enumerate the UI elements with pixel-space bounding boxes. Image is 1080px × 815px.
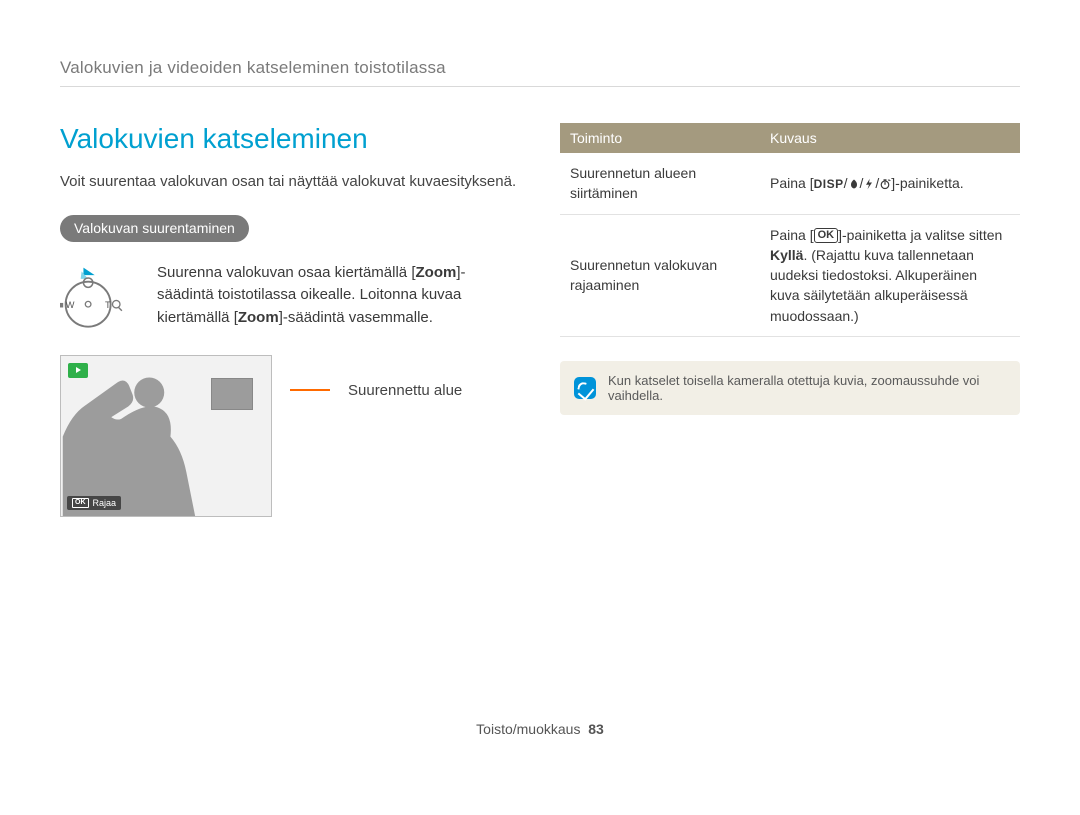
table-header-desc: Kuvaus — [760, 123, 1020, 153]
func-cell: Suurennetun valokuvan rajaaminen — [560, 214, 760, 336]
svg-text:T: T — [105, 300, 111, 310]
zoom-description: Suurenna valokuvan osaa kiertämällä [Zoo… — [157, 262, 520, 330]
page-title: Valokuvien katseleminen — [60, 123, 520, 155]
desc-text: ]-painiketta. — [891, 175, 963, 191]
macro-icon — [848, 178, 860, 190]
lead-text: Voit suurentaa valokuvan osan tai näyttä… — [60, 171, 520, 193]
desc-text: Paina [ — [770, 175, 814, 191]
desc-cell: Paina [DISP///]-painiketta. — [760, 153, 1020, 214]
subsection-pill: Valokuvan suurentaminen — [60, 215, 249, 242]
function-table: Toiminto Kuvaus Suurennetun alueen siirt… — [560, 123, 1020, 337]
zoom-desc-bold: Zoom — [416, 264, 457, 281]
desc-cell: Paina [OK]-painiketta ja valitse sitten … — [760, 214, 1020, 336]
func-cell: Suurennetun alueen siirtäminen — [560, 153, 760, 214]
disp-icon: DISP — [814, 176, 844, 193]
info-icon — [574, 377, 596, 399]
breadcrumb: Valokuvien ja videoiden katseleminen toi… — [60, 58, 1020, 87]
flash-icon — [863, 178, 875, 190]
footer-section: Toisto/muokkaus — [476, 721, 580, 737]
timer-icon — [879, 178, 891, 190]
svg-text:W: W — [66, 300, 75, 310]
desc-text: Paina [ — [770, 227, 814, 243]
page-number: 83 — [588, 721, 604, 737]
note-text: Kun katselet toisella kameralla otettuja… — [608, 373, 1006, 403]
desc-bold: Kyllä — [770, 247, 803, 263]
table-row: Suurennetun valokuvan rajaaminen Paina [… — [560, 214, 1020, 336]
page-footer: Toisto/muokkaus 83 — [0, 721, 1080, 737]
zoom-desc-part: Suurenna valokuvan osaa kiertämällä [ — [157, 264, 416, 281]
zoom-dial-illustration: ■ W T — [60, 262, 135, 337]
desc-text: ]-painiketta ja valitse sitten — [838, 227, 1002, 243]
note-box: Kun katselet toisella kameralla otettuja… — [560, 361, 1020, 415]
zoom-area-label: Suurennettu alue — [348, 382, 462, 399]
table-header-func: Toiminto — [560, 123, 760, 153]
leader-line — [290, 389, 330, 391]
svg-text:■: ■ — [60, 300, 64, 310]
preview-thumbnail: OK Rajaa — [60, 355, 272, 517]
ok-mini-badge: OK — [72, 498, 89, 508]
zoom-desc-bold: Zoom — [238, 309, 279, 326]
zoom-area-box — [211, 378, 253, 410]
crop-tag-label: Rajaa — [93, 498, 117, 508]
zoom-desc-part: ]-säädintä vasemmalle. — [279, 309, 433, 326]
table-row: Suurennetun alueen siirtäminen Paina [DI… — [560, 153, 1020, 214]
crop-tag: OK Rajaa — [67, 496, 121, 510]
ok-icon: OK — [814, 228, 839, 243]
